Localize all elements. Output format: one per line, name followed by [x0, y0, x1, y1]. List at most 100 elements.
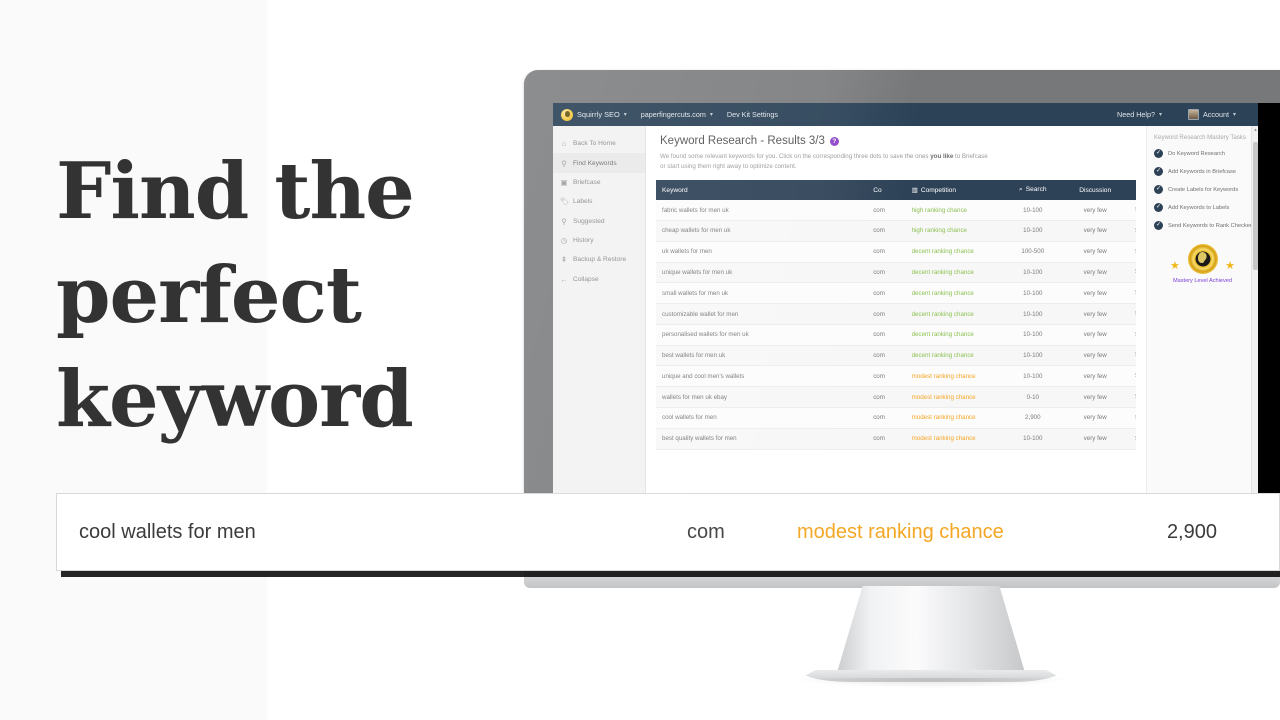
search-volume-cell: 10-100: [1001, 200, 1064, 222]
mastery-task[interactable]: ✓ Add Keywords to Labels: [1154, 203, 1251, 212]
need-help-label: Need Help?: [1117, 110, 1155, 119]
sidebar-item-label: Suggested: [573, 217, 605, 225]
page-description-emphasis: you like: [930, 153, 954, 160]
keyword-cell: customizable wallet for men: [656, 303, 868, 325]
search-volume-cell: 10-100: [1001, 365, 1064, 388]
three-dots-icon: ⋮: [1132, 372, 1139, 379]
discussion-cell: very few: [1063, 262, 1127, 284]
table-row[interactable]: personalised wallets for men uk com decent…: [656, 324, 1139, 346]
discussion-cell: very few: [1063, 303, 1127, 325]
app-sidebar: ⌂ Back To Home ⚲ Find Keywords ▣ Briefcase 🏷 La…: [553, 126, 646, 551]
table-row[interactable]: unique and cool men's wallets com modest r…: [656, 365, 1139, 388]
check-circle-icon: ✓: [1154, 203, 1163, 212]
sidebar-item-label: Collapse: [573, 275, 599, 283]
sidebar-item-briefcase[interactable]: ▣ Briefcase: [553, 173, 645, 192]
table-row[interactable]: wallets for men uk ebay com modest ranking…: [656, 386, 1139, 409]
scrollbar-thumb[interactable]: [1253, 142, 1258, 270]
co-cell: com: [867, 241, 906, 263]
magnifier-icon: ⌕: [1018, 186, 1023, 194]
keyword-cell: personalised wallets for men uk: [656, 324, 868, 346]
chevron-down-icon: ▾: [1232, 112, 1236, 118]
discussion-cell: very few: [1063, 407, 1127, 429]
row-menu-button[interactable]: ⋮: [1126, 407, 1139, 429]
sidebar-item-find-keywords[interactable]: ⚲ Find Keywords: [553, 153, 645, 173]
scroll-up-arrow-icon[interactable]: ▴: [1252, 126, 1259, 134]
column-header-search[interactable]: ⌕ Search: [1001, 180, 1064, 201]
account-menu[interactable]: Account ▾: [1188, 109, 1236, 120]
star-right-icon: ★: [1225, 260, 1235, 272]
sidebar-item-backup-restore[interactable]: ⇞ Backup & Restore: [553, 250, 645, 269]
three-dots-icon: ⋮: [1132, 289, 1139, 296]
mastery-task[interactable]: ✓ Add Keywords in Briefcase: [1154, 167, 1251, 176]
sidebar-item-label: Find Keywords: [573, 159, 617, 167]
arrow-left-icon: ←: [560, 274, 568, 284]
column-header-discussion[interactable]: Discussion: [1063, 180, 1127, 201]
sidebar-item-label: Briefcase: [573, 178, 601, 186]
table-row[interactable]: small wallets for men uk com decent rankin…: [656, 282, 1139, 305]
row-menu-button[interactable]: ⋮: [1126, 345, 1139, 367]
three-dots-icon: ⋮: [1132, 435, 1139, 442]
row-menu-button[interactable]: ⋮: [1126, 220, 1139, 242]
column-header-actions: [1126, 180, 1136, 201]
sidebar-item-history[interactable]: ◷ History: [553, 231, 645, 250]
table-row[interactable]: customizable wallet for men com decent ran…: [656, 303, 1139, 325]
brand-squirrly-seo[interactable]: Squirrly SEO ▾: [561, 108, 627, 121]
mastery-task[interactable]: ✓ Create Labels for Keywords: [1154, 185, 1251, 194]
mastery-task[interactable]: ✓ Send Keywords to Rank Checker: [1154, 221, 1252, 230]
table-row[interactable]: best wallets for men uk com decent ranking…: [656, 345, 1139, 367]
column-header-co[interactable]: Co: [867, 180, 906, 201]
row-menu-button[interactable]: ⋮: [1126, 324, 1139, 346]
column-header-competition-label: Competition: [920, 187, 957, 195]
column-header-keyword[interactable]: Keyword: [656, 180, 868, 201]
table-row[interactable]: unique wallets for men uk com decent ranki…: [656, 262, 1139, 284]
table-row[interactable]: uk wallets for men com decent ranking chan…: [656, 241, 1139, 263]
table-row[interactable]: fabric wallets for men uk com high ranking…: [656, 200, 1139, 222]
medal-icon: [1187, 244, 1218, 274]
column-header-competition[interactable]: ▥ Competition: [905, 180, 1002, 201]
squirrly-logo-icon: [561, 108, 573, 121]
dev-kit-settings-link[interactable]: Dev Kit Settings: [727, 110, 778, 119]
app-scrollbar[interactable]: ▴: [1251, 126, 1258, 551]
site-selector[interactable]: paperfingercuts.com ▾: [641, 110, 713, 119]
mastery-task[interactable]: ✓ Do Keyword Research: [1154, 149, 1251, 158]
row-menu-button[interactable]: ⋮: [1126, 282, 1139, 305]
row-menu-button[interactable]: ⋮: [1126, 303, 1139, 325]
need-help-menu[interactable]: Need Help? ▾: [1117, 110, 1162, 119]
competition-cell: decent ranking chance: [905, 262, 1002, 284]
search-volume-cell: 2,900: [1001, 407, 1064, 429]
monitor-screen: Squirrly SEO ▾ paperfingercuts.com ▾ Dev…: [553, 103, 1280, 551]
table-row[interactable]: best quality wallets for men com modest ra…: [656, 428, 1139, 450]
co-cell: com: [867, 282, 906, 305]
help-icon[interactable]: ?: [829, 136, 839, 146]
account-label: Account: [1203, 110, 1229, 119]
discussion-cell: very few: [1063, 428, 1127, 450]
row-menu-button[interactable]: ⋮: [1126, 386, 1139, 409]
competition-cell: high ranking chance: [905, 200, 1002, 222]
table-body: fabric wallets for men uk com high ranking…: [656, 200, 1139, 450]
competition-cell: modest ranking chance: [905, 386, 1002, 409]
check-circle-icon: ✓: [1154, 185, 1163, 194]
sidebar-item-labels[interactable]: 🏷 Labels: [553, 192, 645, 211]
three-dots-icon: ⋮: [1132, 414, 1139, 421]
row-menu-button[interactable]: ⋮: [1126, 241, 1139, 263]
row-menu-button[interactable]: ⋮: [1126, 262, 1139, 284]
page-title: Keyword Research - Results 3/3 ?: [660, 135, 1132, 147]
table-row[interactable]: cheap wallets for men uk com high ranking …: [656, 220, 1139, 242]
mastery-task-list: ✓ Do Keyword Research ✓ Add Keywords in Bri…: [1154, 149, 1252, 230]
competition-cell: decent ranking chance: [905, 303, 1002, 325]
chevron-down-icon: ▾: [623, 112, 627, 118]
table-row[interactable]: cool wallets for men com modest ranking ch…: [656, 407, 1139, 429]
search-volume-cell: 10-100: [1001, 262, 1064, 284]
sidebar-item-collapse[interactable]: ← Collapse: [553, 270, 645, 289]
row-menu-button[interactable]: ⋮: [1126, 365, 1139, 388]
squirrly-seo-app: Squirrly SEO ▾ paperfingercuts.com ▾ Dev…: [553, 103, 1258, 551]
co-cell: com: [867, 386, 906, 409]
three-dots-icon: ⋮: [1132, 393, 1139, 400]
row-menu-button[interactable]: ⋮: [1126, 428, 1139, 450]
row-menu-button[interactable]: ⋮: [1126, 200, 1139, 222]
co-cell: com: [867, 345, 906, 367]
co-cell: com: [867, 200, 906, 222]
sidebar-item-back-to-home[interactable]: ⌂ Back To Home: [553, 134, 645, 153]
callout-search-volume: 2,900: [1166, 520, 1217, 543]
sidebar-item-suggested[interactable]: ⚲ Suggested: [553, 212, 645, 231]
